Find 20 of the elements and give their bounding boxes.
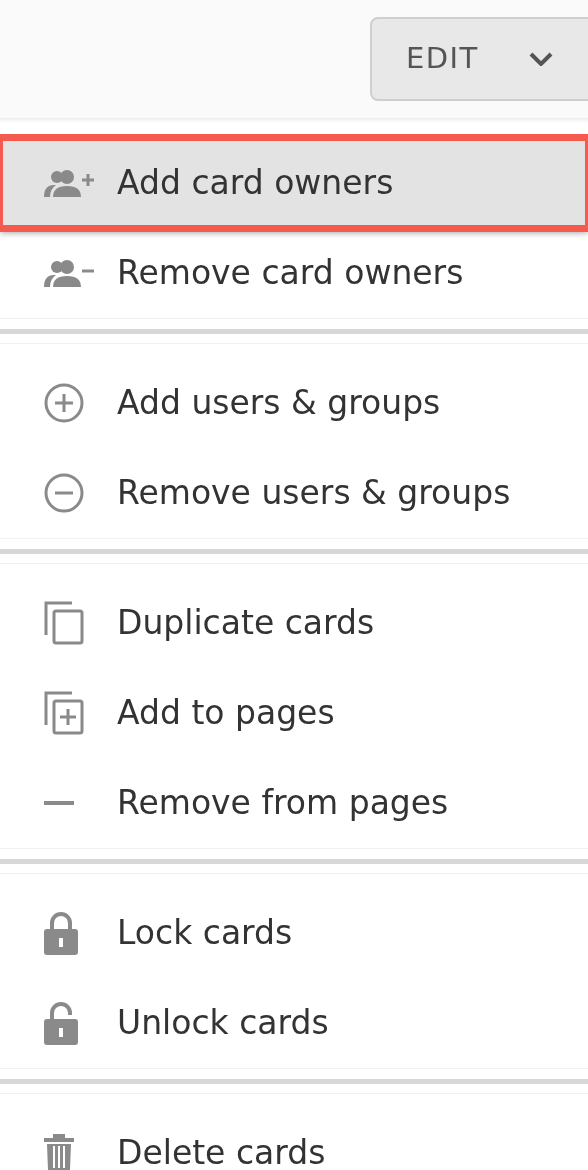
menu-item[interactable]: Add users & groups [0,358,588,448]
add-circle-icon [44,383,84,423]
chevron-down-icon [528,52,553,66]
menu-item[interactable]: Remove users & groups [0,448,588,538]
remove-person-icon [44,259,94,287]
menu-item[interactable]: Add to pages [0,668,588,758]
menu-item[interactable]: Unlock cards [0,978,588,1068]
remove-circle-icon [44,473,84,513]
menu-item[interactable]: Remove card owners [0,228,588,318]
lock-icon [44,911,78,955]
minus-icon [44,801,74,805]
menu-item[interactable]: Delete cards [0,1108,588,1170]
add-copy-icon [44,691,84,735]
edit-button[interactable]: EDIT [370,17,588,101]
menu-item[interactable]: Lock cards [0,888,588,978]
unlock-icon [44,1001,78,1045]
copy-icon [44,601,84,645]
add-person-icon [44,169,94,197]
menu-item[interactable]: Duplicate cards [0,578,588,668]
menu-item[interactable]: Remove from pages [0,758,588,848]
